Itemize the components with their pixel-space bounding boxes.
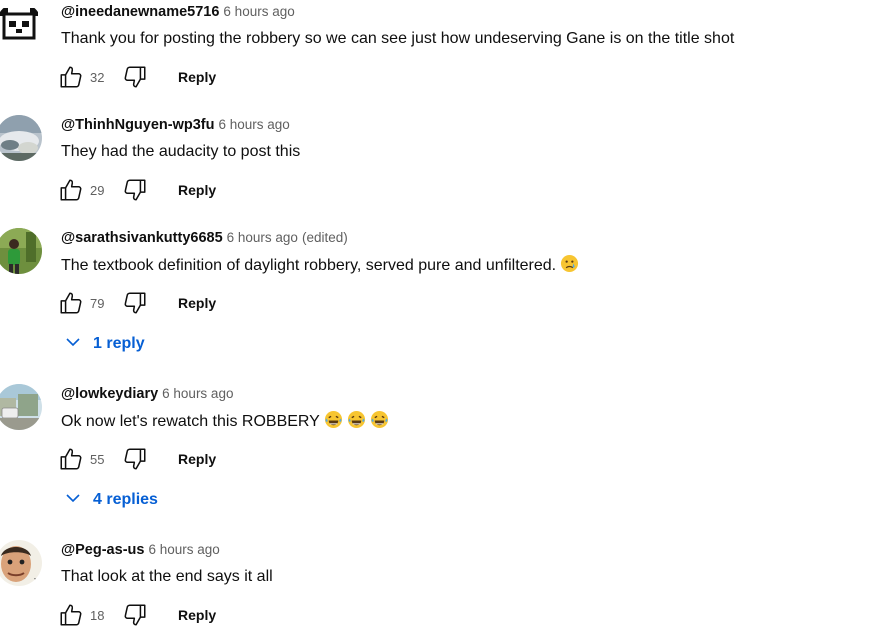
comment-text: The textbook definition of daylight robb…	[61, 254, 579, 277]
comment-text: That look at the end says it all	[61, 568, 273, 585]
comment-text-content: The textbook definition of daylight robb…	[61, 257, 557, 274]
like-count: 79	[90, 296, 105, 311]
comment-text: Ok now let's rewatch this ROBBERY	[61, 410, 389, 433]
comment-author[interactable]: @ineedanewname5716	[61, 4, 219, 20]
view-replies-button[interactable]: 1 reply	[63, 332, 145, 362]
comment-text: Thank you for posting the robbery so we …	[61, 30, 735, 47]
like-count: 29	[90, 183, 105, 198]
edited-label: (edited)	[301, 230, 348, 245]
thumbs-up-icon	[60, 448, 82, 470]
sad-tear-emoji	[561, 254, 579, 273]
comment-timestamp[interactable]: 6 hours ago	[218, 117, 289, 132]
thumbs-down-icon	[124, 66, 146, 88]
comment-author[interactable]: @sarathsivankutty6685	[61, 230, 223, 246]
chevron-down-icon	[66, 338, 80, 347]
replies-count-label: 1 reply	[93, 335, 145, 352]
laughing-tears-emoji	[324, 410, 342, 429]
laughing-tears-emoji	[347, 410, 365, 429]
reply-button[interactable]: Reply	[178, 182, 216, 198]
dislike-button[interactable]	[122, 176, 148, 204]
comment-timestamp[interactable]: 6 hours ago	[148, 542, 219, 557]
chevron-down-icon	[66, 494, 80, 503]
street-scene-avatar[interactable]	[0, 384, 42, 430]
comment-text-content: Ok now let's rewatch this ROBBERY	[61, 413, 320, 430]
like-count: 18	[90, 608, 105, 623]
thumbs-up-icon	[60, 292, 82, 314]
thumbs-down-icon	[124, 448, 146, 470]
comment-author[interactable]: @Peg-as-us	[61, 542, 144, 558]
comment-actions: 29 Reply	[58, 176, 318, 206]
thumbs-down-icon	[124, 179, 146, 201]
thumbs-down-icon	[124, 292, 146, 314]
person-outdoor-avatar[interactable]	[0, 228, 42, 274]
landscape-avatar[interactable]	[0, 115, 42, 161]
like-button[interactable]	[58, 445, 84, 473]
like-count: 55	[90, 452, 105, 467]
reply-button[interactable]: Reply	[178, 607, 216, 623]
like-button[interactable]	[58, 601, 84, 629]
comment-actions: 79 Reply	[58, 289, 318, 319]
comment-text: They had the audacity to post this	[61, 143, 301, 160]
dislike-button[interactable]	[122, 445, 148, 473]
thumbs-up-icon	[60, 604, 82, 626]
panda-avatar[interactable]	[0, 2, 42, 48]
like-button[interactable]	[58, 176, 84, 204]
svg-text:w: w	[34, 576, 40, 584]
replies-count-label: 4 replies	[93, 491, 158, 508]
like-button[interactable]	[58, 289, 84, 317]
dislike-button[interactable]	[122, 63, 148, 91]
comment-actions: 18 Reply	[58, 601, 318, 631]
comment-actions: 32 Reply	[58, 63, 318, 93]
comment-author[interactable]: @lowkeydiary	[61, 386, 158, 402]
comment-timestamp[interactable]: 6 hours ago	[223, 4, 294, 19]
like-count: 32	[90, 70, 105, 85]
like-button[interactable]	[58, 63, 84, 91]
view-replies-button[interactable]: 4 replies	[63, 488, 158, 518]
thumbs-up-icon	[60, 66, 82, 88]
dislike-button[interactable]	[122, 289, 148, 317]
dislike-button[interactable]	[122, 601, 148, 629]
comment-timestamp[interactable]: 6 hours ago	[162, 386, 233, 401]
comment-actions: 55 Reply	[58, 445, 318, 475]
comment-author[interactable]: @ThinhNguyen-wp3fu	[61, 117, 214, 133]
reply-button[interactable]: Reply	[178, 451, 216, 467]
face-avatar[interactable]: w	[0, 540, 42, 586]
thumbs-up-icon	[60, 179, 82, 201]
laughing-tears-emoji	[370, 410, 388, 429]
comment-timestamp[interactable]: 6 hours ago	[227, 230, 298, 245]
reply-button[interactable]: Reply	[178, 295, 216, 311]
reply-button[interactable]: Reply	[178, 69, 216, 85]
thumbs-down-icon	[124, 604, 146, 626]
